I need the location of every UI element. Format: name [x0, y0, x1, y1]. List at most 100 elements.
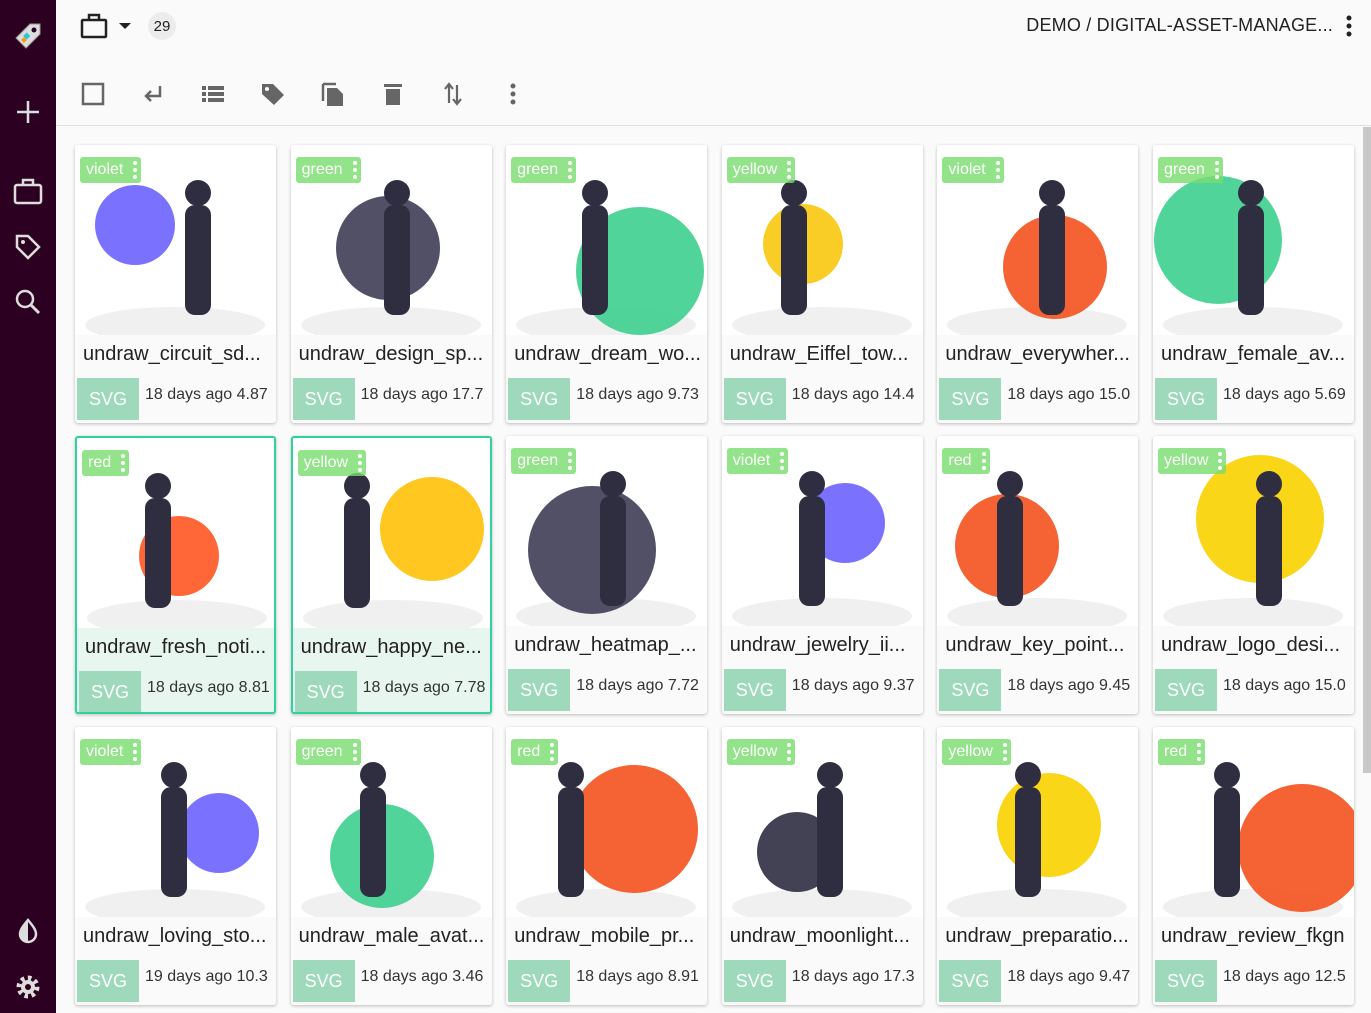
asset-title: undraw_logo_desi...: [1161, 634, 1341, 656]
sort-icon[interactable]: [437, 78, 469, 110]
more-vert-icon[interactable]: [358, 454, 363, 475]
asset-card[interactable]: violet undraw_everywher... SVG 18 days a…: [937, 145, 1139, 423]
asset-card[interactable]: yellow undraw_preparatio... SVG 18 days …: [937, 727, 1139, 1005]
asset-card[interactable]: red undraw_key_point... SVG 18 days ago …: [937, 436, 1139, 714]
asset-card[interactable]: green undraw_dream_wo... SVG 18 days ago…: [506, 145, 708, 423]
color-tag-chip[interactable]: violet: [726, 448, 789, 474]
more-vert-icon[interactable]: [550, 743, 555, 764]
tag-label: green: [517, 161, 559, 178]
more-vert-icon[interactable]: [568, 452, 573, 473]
color-tag-chip[interactable]: violet: [80, 739, 142, 765]
more-vert-icon[interactable]: [1214, 161, 1219, 182]
more-vert-icon[interactable]: [1218, 452, 1223, 473]
asset-title: undraw_heatmap_...: [514, 634, 697, 656]
color-tag-chip[interactable]: yellow: [726, 157, 796, 183]
asset-card[interactable]: red undraw_mobile_pr... SVG 18 days ago …: [506, 727, 708, 1005]
asset-meta: 18 days ago 17.3: [791, 968, 915, 985]
asset-card[interactable]: yellow undraw_moonlight... SVG 18 days a…: [721, 727, 923, 1005]
more-vert-icon[interactable]: [568, 161, 573, 182]
color-tag-chip[interactable]: violet: [80, 157, 142, 183]
more-vert-icon[interactable]: [780, 452, 785, 473]
list-view-icon[interactable]: [197, 78, 229, 110]
more-vert-icon[interactable]: [352, 161, 357, 182]
plus-icon[interactable]: [10, 94, 46, 130]
more-vert-icon[interactable]: [133, 743, 138, 764]
color-tag-chip[interactable]: red: [511, 739, 559, 765]
asset-meta: 18 days ago 14.4: [791, 386, 915, 403]
more-vert-icon[interactable]: [497, 78, 529, 110]
asset-card[interactable]: violet undraw_loving_sto... SVG 19 days …: [75, 727, 276, 1005]
color-tag-chip[interactable]: green: [295, 157, 361, 183]
asset-title: undraw_design_sp...: [298, 343, 484, 365]
tag-label: yellow: [732, 161, 778, 178]
delete-icon[interactable]: [377, 78, 409, 110]
color-tag-chip[interactable]: yellow: [297, 450, 367, 476]
asset-meta: 18 days ago 8.91: [576, 968, 699, 985]
asset-card[interactable]: violet undraw_jewelry_ii... SVG 18 days …: [721, 436, 923, 714]
scrollbar[interactable]: [1363, 127, 1371, 773]
asset-meta: 18 days ago 9.45: [1007, 677, 1131, 694]
color-tag-chip[interactable]: red: [82, 450, 130, 476]
app-logo[interactable]: [10, 18, 46, 54]
asset-meta: 18 days ago 9.37: [791, 677, 915, 694]
more-vert-icon[interactable]: [1197, 743, 1202, 764]
copy-icon[interactable]: [317, 78, 349, 110]
color-tag-chip[interactable]: violet: [942, 157, 1004, 183]
tag-icon[interactable]: [10, 229, 46, 265]
asset-title: undraw_female_av...: [1161, 343, 1346, 365]
asset-meta: 18 days ago 8.81: [147, 679, 270, 696]
asset-card[interactable]: yellow undraw_Eiffel_tow... SVG 18 days …: [721, 145, 923, 423]
color-tag-chip[interactable]: green: [295, 739, 361, 765]
gear-icon[interactable]: [10, 969, 46, 1005]
enter-icon[interactable]: [137, 78, 169, 110]
more-vert-icon[interactable]: [121, 454, 126, 475]
format-badge: SVG: [508, 960, 571, 1002]
select-all-checkbox[interactable]: [77, 78, 109, 110]
asset-card[interactable]: green undraw_heatmap_... SVG 18 days ago…: [506, 436, 708, 714]
tag-label: yellow: [948, 743, 993, 760]
asset-card[interactable]: yellow undraw_logo_desi... SVG 18 days a…: [1153, 436, 1354, 714]
tag-label: red: [948, 452, 972, 469]
more-vert-icon[interactable]: [995, 161, 1000, 182]
asset-card[interactable]: green undraw_design_sp... SVG 18 days ag…: [290, 145, 492, 423]
color-tag-chip[interactable]: red: [1158, 739, 1206, 765]
asset-card[interactable]: green undraw_male_avat... SVG 18 days ag…: [290, 727, 492, 1005]
breadcrumb[interactable]: DEMO / DIGITAL-ASSET-MANAGE...: [1026, 15, 1333, 36]
asset-meta: 18 days ago 5.69: [1223, 386, 1346, 403]
briefcase-icon[interactable]: [10, 173, 46, 209]
format-badge: SVG: [292, 960, 355, 1002]
more-vert-icon[interactable]: [1002, 743, 1007, 764]
asset-meta: 18 days ago 17.7: [360, 386, 484, 403]
more-vert-icon[interactable]: [787, 161, 792, 182]
asset-card[interactable]: green undraw_female_av... SVG 18 days ag…: [1153, 145, 1354, 423]
color-tag-chip[interactable]: red: [942, 448, 990, 474]
color-tag-chip[interactable]: green: [511, 448, 577, 474]
tag-label: yellow: [1164, 452, 1209, 469]
more-vert-icon[interactable]: [787, 743, 792, 764]
tag-label: red: [88, 454, 112, 471]
contrast-icon[interactable]: [10, 913, 46, 949]
color-tag-chip[interactable]: green: [511, 157, 577, 183]
more-vert-icon[interactable]: [352, 743, 357, 764]
tag-label: violet: [948, 161, 986, 178]
asset-card[interactable]: yellow undraw_happy_ne... SVG 18 days ag…: [290, 436, 492, 714]
color-tag-chip[interactable]: green: [1158, 157, 1223, 183]
tag-label: violet: [86, 743, 124, 760]
more-vert-icon[interactable]: [1345, 15, 1353, 42]
caret-down-icon: [119, 23, 131, 29]
tag-icon[interactable]: [257, 78, 289, 110]
color-tag-chip[interactable]: yellow: [726, 739, 796, 765]
asset-card[interactable]: red undraw_review_fkgn SVG 18 days ago 1…: [1153, 727, 1354, 1005]
color-tag-chip[interactable]: yellow: [942, 739, 1011, 765]
asset-card[interactable]: violet undraw_circuit_sd... SVG 18 days …: [75, 145, 276, 423]
format-badge: SVG: [1155, 669, 1217, 711]
search-icon[interactable]: [10, 284, 46, 320]
asset-count-badge: 29: [148, 12, 176, 40]
more-vert-icon[interactable]: [133, 161, 138, 182]
asset-card[interactable]: red undraw_fresh_noti... SVG 18 days ago…: [75, 436, 276, 714]
tag-label: green: [1164, 161, 1205, 178]
asset-title: undraw_dream_wo...: [514, 343, 701, 365]
collection-dropdown[interactable]: [80, 12, 140, 45]
more-vert-icon[interactable]: [981, 452, 986, 473]
color-tag-chip[interactable]: yellow: [1158, 448, 1227, 474]
